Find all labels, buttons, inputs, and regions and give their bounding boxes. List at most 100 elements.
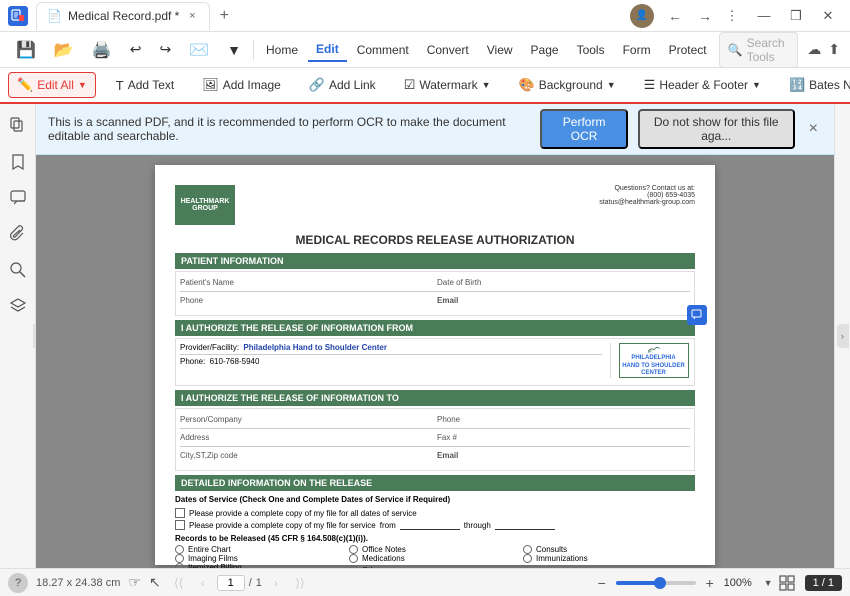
edit-all-label: Edit All (37, 78, 74, 92)
dismiss-ocr-button[interactable]: Do not show for this file aga... (638, 109, 795, 149)
search-tools-box[interactable]: 🔍 Search Tools (719, 32, 799, 68)
sidebar-search-button[interactable] (4, 256, 32, 284)
pdf-comment-overlay[interactable] (687, 305, 707, 325)
nav-back-button[interactable]: ← (662, 3, 688, 29)
city-field: City,ST,Zip code (180, 449, 433, 462)
radio-itemized[interactable] (175, 563, 184, 568)
redo-button[interactable]: ↪ (152, 37, 180, 62)
help-button[interactable]: ? (8, 573, 28, 593)
zoom-slider-fill (616, 581, 656, 585)
zoom-dropdown-icon[interactable]: ▼ (764, 578, 773, 588)
radio-immunizations[interactable] (523, 554, 532, 563)
radio-consults[interactable] (523, 545, 532, 554)
menu-comment[interactable]: Comment (349, 39, 417, 61)
radio-medications[interactable] (349, 554, 358, 563)
sidebar-pages-button[interactable] (4, 112, 32, 140)
bottom-bar: ? 18.27 x 24.38 cm ☞ ↖ ⟨⟨ ‹ / 1 › ⟩⟩ − +… (0, 568, 850, 596)
check2-checkbox[interactable] (175, 520, 185, 530)
watermark-button[interactable]: ☑ Watermark ▼ (396, 73, 499, 97)
radio-other[interactable] (349, 565, 358, 569)
menu-mail[interactable]: ✉️ (181, 36, 217, 64)
provider-col: Provider/Facility: Philadelphia Hand to … (180, 343, 602, 378)
pdf-title: MEDICAL RECORDS RELEASE AUTHORIZATION (175, 233, 695, 247)
menu-divider-1 (253, 40, 254, 60)
radio-imaging[interactable] (175, 554, 184, 563)
content-area: This is a scanned PDF, and it is recomme… (36, 104, 834, 568)
new-tab-button[interactable]: + (212, 4, 236, 28)
menu-file[interactable]: 💾 (8, 36, 44, 64)
next-page-button[interactable]: › (266, 573, 286, 593)
current-page-input[interactable] (217, 575, 245, 591)
check2-through-label: through (464, 521, 491, 530)
edit-all-button[interactable]: ✏️ Edit All ▼ (8, 72, 96, 98)
restore-button[interactable]: ❒ (782, 2, 810, 30)
records-col3: Consults Immunizations (523, 545, 695, 568)
hand-tool-icon[interactable]: ☞ (128, 574, 141, 591)
add-link-label: Add Link (329, 78, 376, 92)
cloud-sync-button[interactable]: ☁ (806, 37, 822, 63)
menu-view[interactable]: View (479, 39, 521, 61)
perform-ocr-button[interactable]: Perform OCR (540, 109, 627, 149)
pdf-page: HEALTHMARKGROUP Questions? Contact us at… (155, 165, 715, 565)
header-footer-button[interactable]: ☰ Header & Footer ▼ (636, 73, 769, 97)
right-sidebar-toggle[interactable]: › (837, 324, 849, 348)
minimize-button[interactable]: — (750, 2, 778, 30)
kebab-menu-button[interactable]: ⋮ (718, 2, 746, 30)
app-logo (8, 6, 28, 26)
facility-logo: PHILADELPHIAHAND TO SHOULDERCENTER (619, 343, 689, 378)
email-label: Email (437, 296, 458, 305)
add-link-button[interactable]: 🔗 Add Link (301, 73, 384, 97)
user-avatar[interactable]: 👤 (630, 4, 654, 28)
logo-box: HEALTHMARKGROUP (175, 185, 235, 225)
record-medications: Medications (349, 554, 521, 563)
fit-page-button[interactable] (777, 573, 797, 593)
first-page-button[interactable]: ⟨⟨ (169, 573, 189, 593)
active-tab[interactable]: 📄 Medical Record.pdf * × (36, 2, 210, 30)
bates-number-button[interactable]: 🔢 Bates Number ▼ (781, 73, 850, 97)
email-to-field: Email (437, 449, 690, 462)
zoom-out-button[interactable]: − (592, 573, 612, 593)
menu-convert[interactable]: Convert (419, 39, 477, 61)
zoom-slider-thumb[interactable] (654, 577, 666, 589)
tab-close-button[interactable]: × (185, 9, 199, 23)
title-tabs: 📄 Medical Record.pdf * × + (36, 2, 630, 30)
check1-checkbox[interactable] (175, 508, 185, 518)
radio-entire-chart[interactable] (175, 545, 184, 554)
menu-print[interactable]: 🖨️ (84, 36, 120, 64)
sidebar-bookmark-button[interactable] (4, 148, 32, 176)
add-image-button[interactable]: 🖼 Add Image (194, 73, 289, 97)
menu-items-group: 💾 📂 🖨️ ↩ ↪ ✉️ ▼ Home Edit Comment Conver… (8, 36, 715, 64)
check2-pre-text: Please provide a complete copy of my fil… (189, 521, 376, 530)
ocr-banner: This is a scanned PDF, and it is recomme… (36, 104, 834, 155)
add-image-label: Add Image (223, 78, 281, 92)
prev-page-button[interactable]: ‹ (193, 573, 213, 593)
patient-name-label: Patient's Name (180, 278, 234, 287)
sidebar-comments-button[interactable] (4, 184, 32, 212)
undo-button[interactable]: ↩ (122, 37, 150, 62)
zoom-slider[interactable] (616, 581, 696, 585)
ocr-close-button[interactable]: × (805, 120, 822, 138)
menu-page[interactable]: Page (523, 39, 567, 61)
zoom-in-button[interactable]: + (700, 573, 720, 593)
nav-forward-button[interactable]: → (692, 3, 718, 29)
watermark-icon: ☑ (404, 77, 416, 93)
menu-open[interactable]: 📂 (46, 36, 82, 64)
background-button[interactable]: 🎨 Background ▼ (511, 73, 624, 97)
radio-office-notes[interactable] (349, 545, 358, 554)
menu-form[interactable]: Form (615, 39, 659, 61)
menu-share-dropdown[interactable]: ▼ (219, 38, 249, 62)
menu-edit[interactable]: Edit (308, 38, 347, 62)
cloud-upload-button[interactable]: ⬆ (826, 37, 842, 63)
pdf-scroll-area[interactable]: HEALTHMARKGROUP Questions? Contact us at… (36, 155, 834, 568)
sidebar-layers-button[interactable] (4, 292, 32, 320)
select-tool-icon[interactable]: ↖ (149, 574, 161, 591)
menu-tools[interactable]: Tools (569, 39, 613, 61)
sidebar-attachment-button[interactable] (4, 220, 32, 248)
total-pages: 1 (256, 577, 262, 589)
menu-protect[interactable]: Protect (661, 39, 715, 61)
close-button[interactable]: ✕ (814, 2, 842, 30)
last-page-button[interactable]: ⟩⟩ (290, 573, 310, 593)
menu-home[interactable]: Home (258, 39, 306, 61)
add-text-icon: T (116, 78, 124, 93)
add-text-button[interactable]: T Add Text (108, 74, 182, 97)
